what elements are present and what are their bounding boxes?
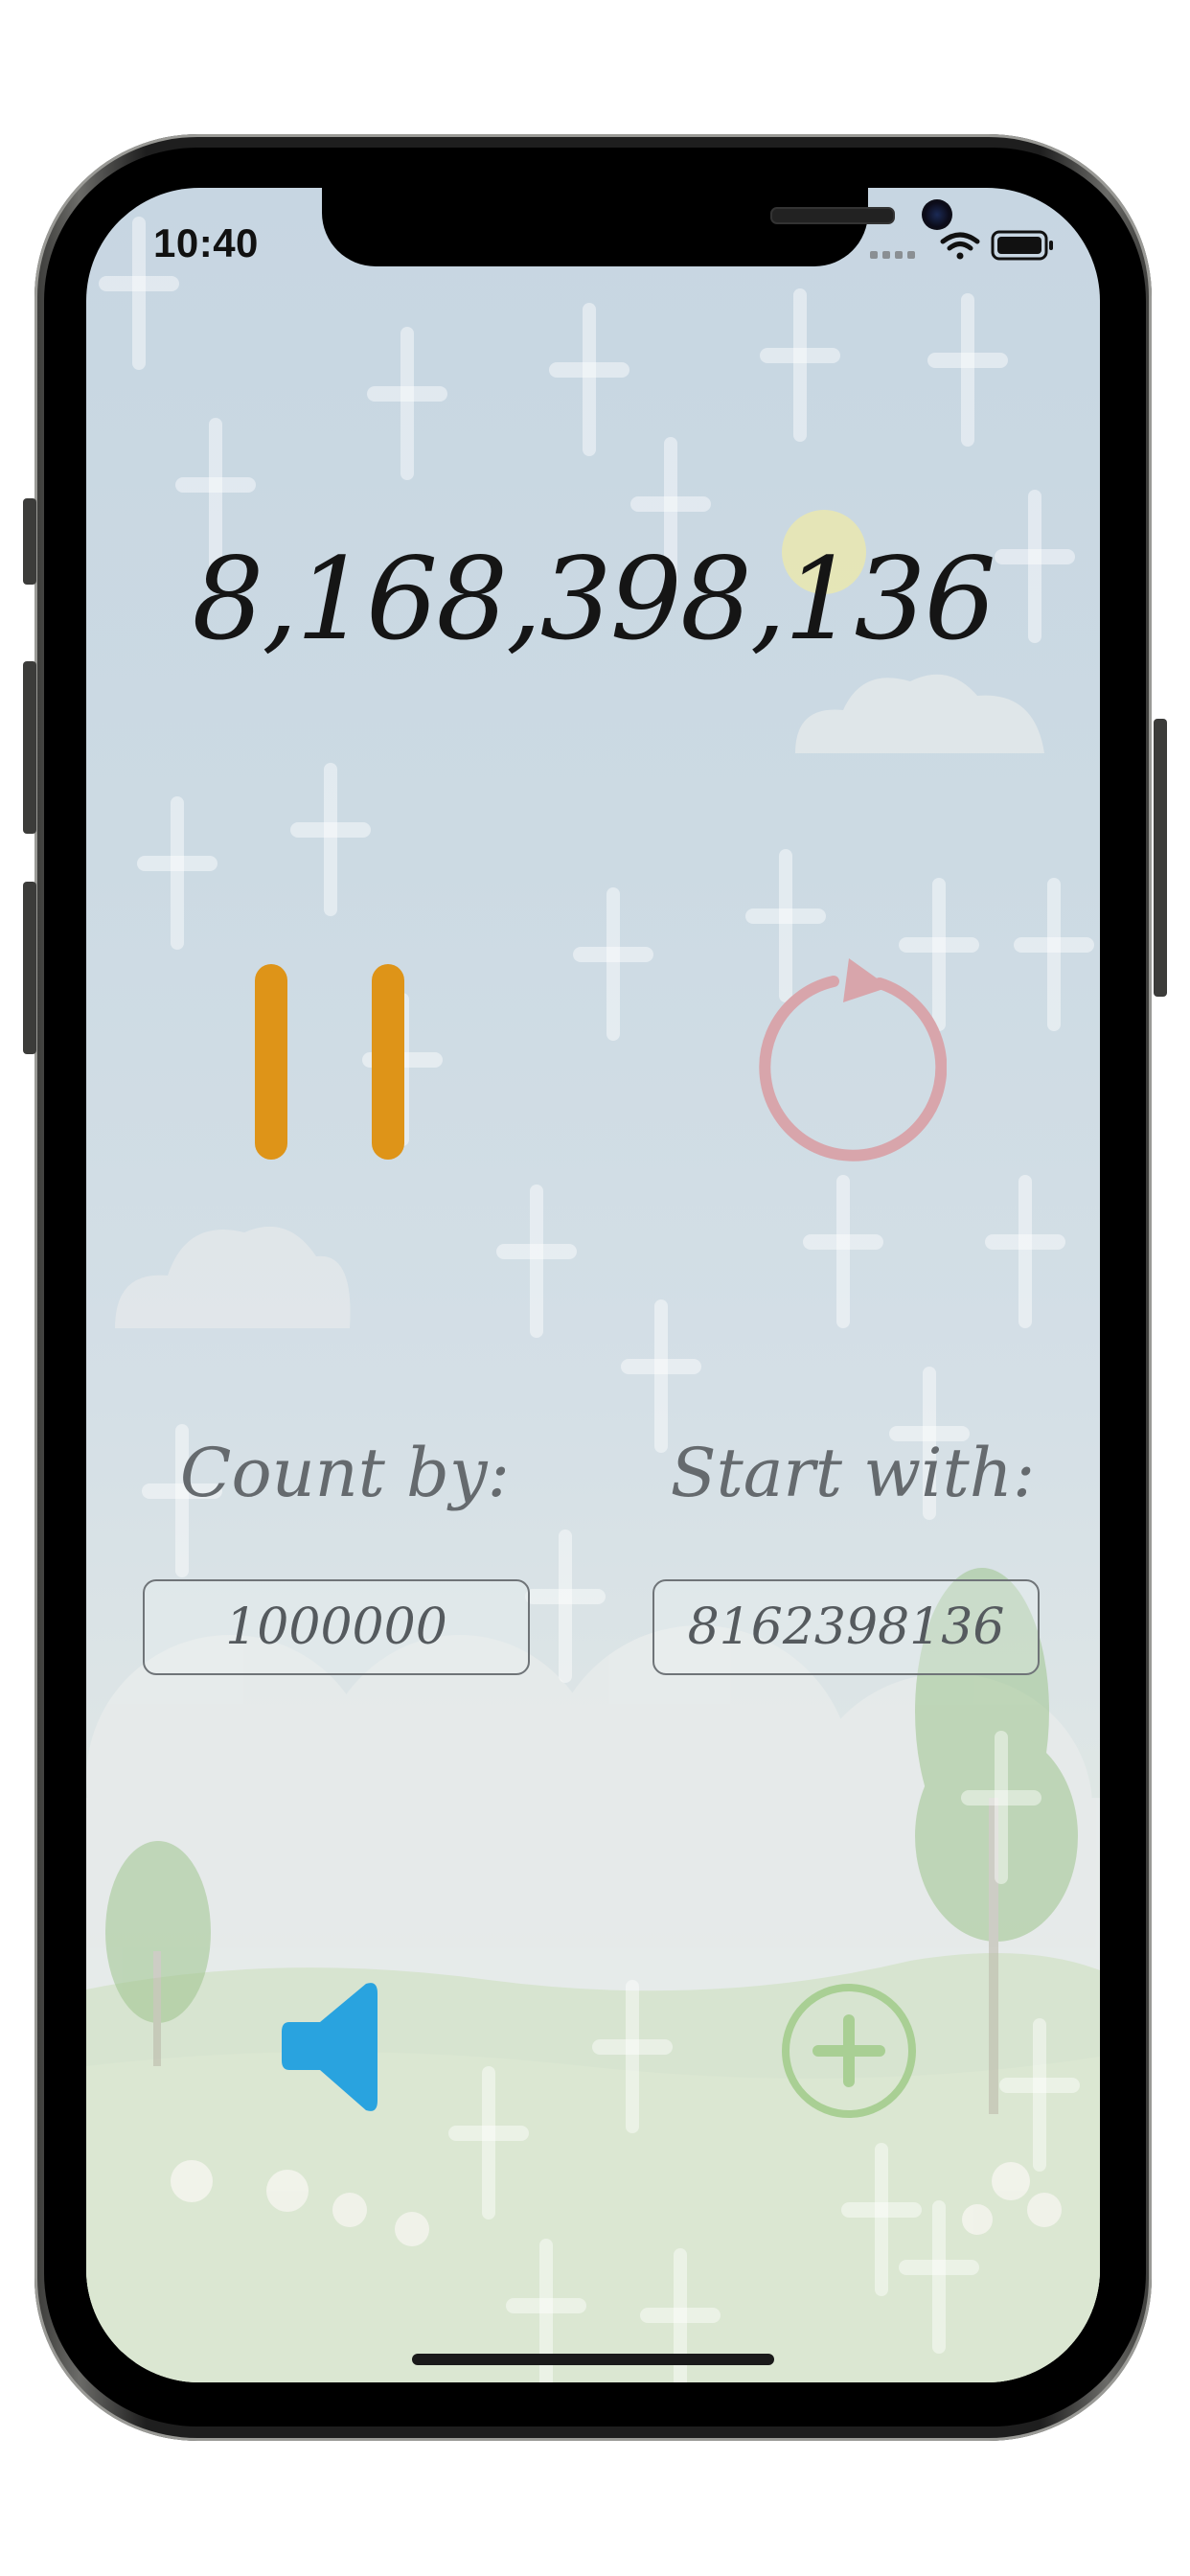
- signal-icon: [870, 251, 915, 259]
- notch: [322, 188, 952, 266]
- speaker-icon: [282, 1983, 378, 2111]
- power-button: [1154, 719, 1167, 997]
- count-by-label: Count by:: [179, 1434, 511, 1512]
- app-screen: 10:40 8,168,398,136 Count by: 1000000 St…: [86, 188, 1100, 2382]
- volume-down-button: [23, 882, 36, 1054]
- silent-switch: [23, 498, 36, 585]
- status-bar: 10:40: [86, 188, 1100, 303]
- home-indicator[interactable]: [412, 2354, 774, 2365]
- earpiece-speaker: [770, 207, 895, 224]
- start-with-label: Start with:: [670, 1434, 1036, 1512]
- sound-toggle-button[interactable]: [278, 1980, 391, 2114]
- start-with-input[interactable]: 8162398136: [652, 1579, 1040, 1675]
- plus-circle-icon: [782, 1984, 916, 2118]
- status-icons: [870, 230, 1053, 261]
- counter-display: 8,168,398,136: [192, 533, 995, 665]
- status-time: 10:40: [153, 220, 259, 265]
- count-by-input[interactable]: 1000000: [143, 1579, 530, 1675]
- wifi-icon: [940, 232, 980, 260]
- add-button[interactable]: [778, 1980, 920, 2122]
- pause-button[interactable]: [255, 964, 412, 1160]
- battery-icon: [991, 230, 1053, 261]
- restart-button[interactable]: [745, 954, 948, 1163]
- restart-icon: [759, 958, 948, 1162]
- volume-up-button: [23, 661, 36, 834]
- background-illustration: [86, 217, 1100, 2382]
